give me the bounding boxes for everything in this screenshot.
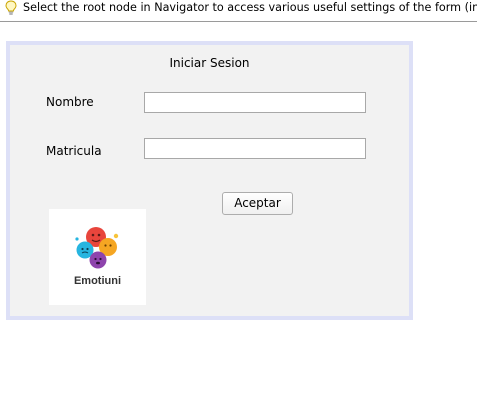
form-design-frame[interactable]: Iniciar Sesion Nombre Matricula Aceptar — [6, 41, 413, 320]
hint-text: Select the root node in Navigator to acc… — [23, 1, 477, 14]
emotiuni-logo: Emotiuni — [49, 209, 146, 305]
matricula-field[interactable] — [144, 138, 366, 159]
matricula-label: Matricula — [46, 144, 102, 158]
logo-text: Emotiuni — [73, 275, 122, 287]
designer-hint-bar: Select the root node in Navigator to acc… — [0, 0, 477, 22]
nombre-label: Nombre — [46, 95, 94, 109]
nombre-field[interactable] — [144, 92, 366, 113]
emoji-faces-icon — [75, 227, 119, 269]
form-title: Iniciar Sesion — [169, 56, 250, 70]
lightbulb-icon — [5, 0, 17, 15]
aceptar-button[interactable]: Aceptar — [222, 192, 293, 215]
